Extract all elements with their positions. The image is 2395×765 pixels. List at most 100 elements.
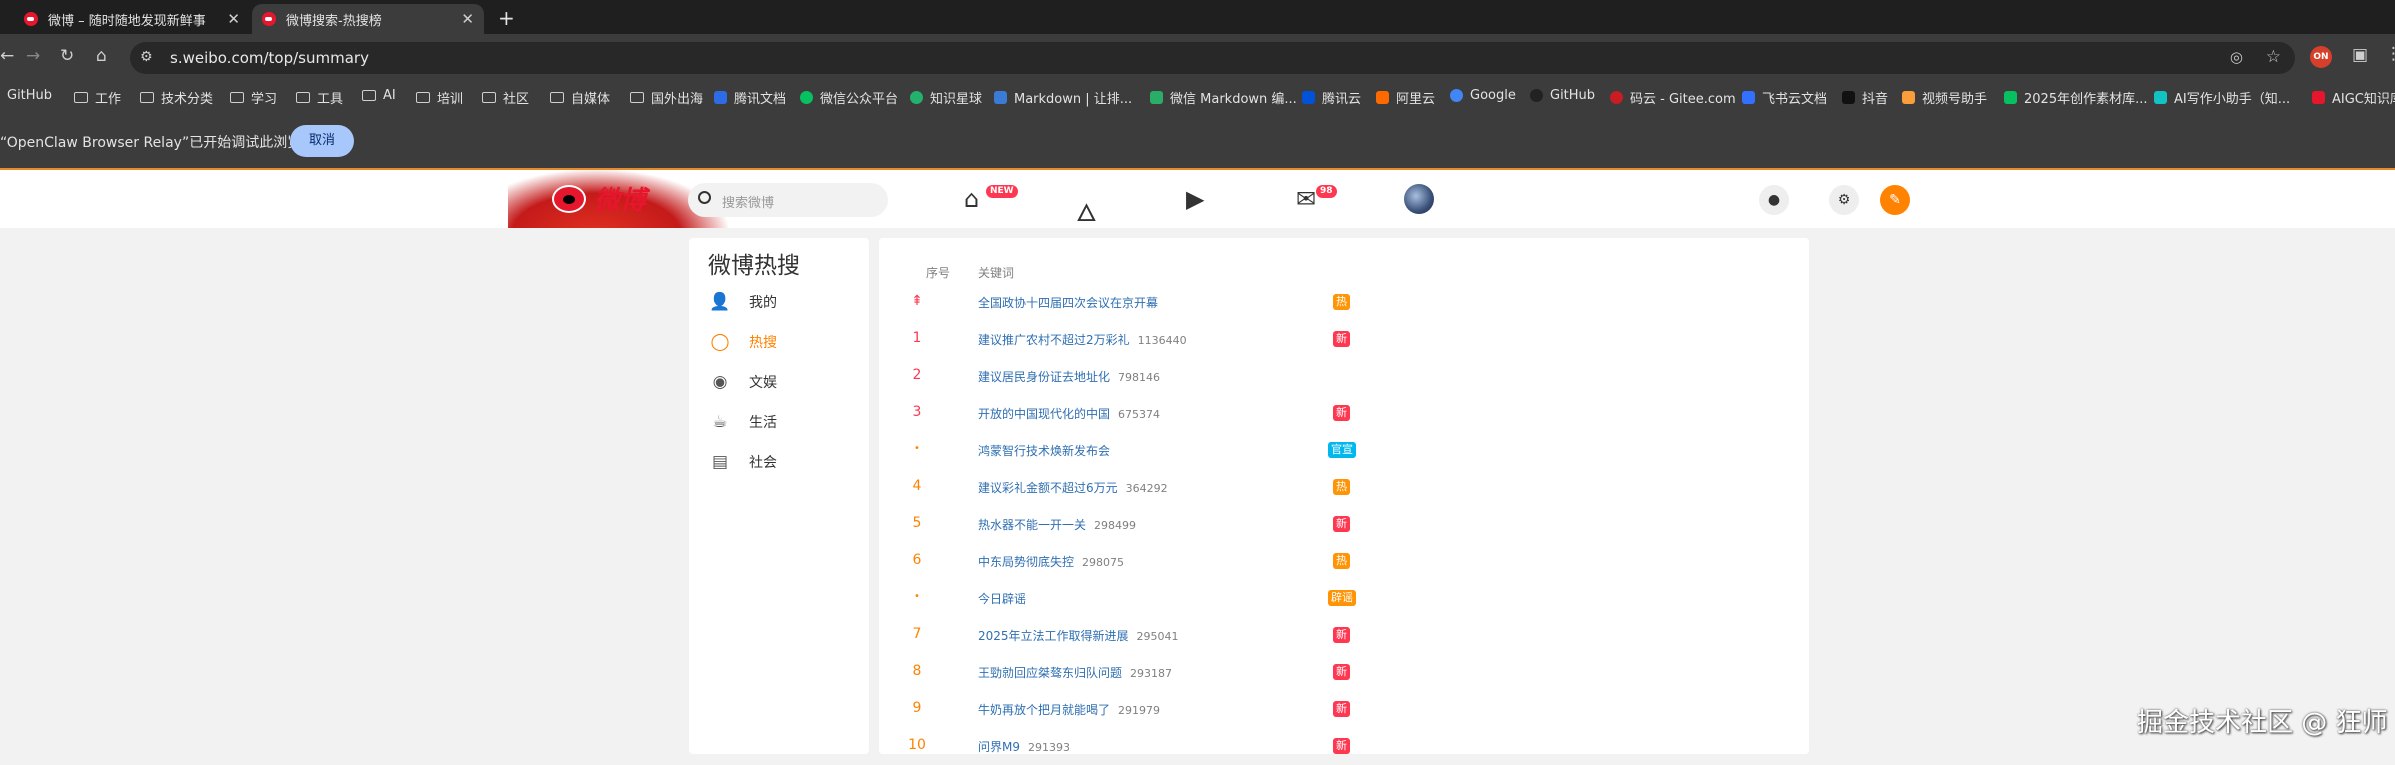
- keyword-link[interactable]: 问界M9 291393: [978, 738, 1070, 755]
- keyword-link[interactable]: 全国政协十四届四次会议在京开幕: [978, 294, 1158, 311]
- settings-gear-icon[interactable]: ⚙: [1829, 185, 1859, 215]
- bookmark-item[interactable]: GitHub: [0, 88, 52, 103]
- table-row[interactable]: • 鸿蒙智行技术焕新发布会 官宣: [879, 432, 1809, 469]
- keyword-text[interactable]: 建议居民身份证去地址化: [978, 370, 1110, 384]
- bookmark-folder[interactable]: 自媒体: [550, 88, 610, 107]
- keyword-link[interactable]: 2025年立法工作取得新进展 295041: [978, 627, 1179, 644]
- table-row[interactable]: 7 2025年立法工作取得新进展 295041 新: [879, 617, 1809, 654]
- video-play-icon[interactable]: ▶: [1186, 185, 1204, 213]
- bookmark-item[interactable]: 腾讯文档: [714, 88, 786, 107]
- keyword-text[interactable]: 王勁勍回应桀骜东归队问题: [978, 666, 1122, 680]
- bookmark-folder[interactable]: 工具: [296, 88, 343, 107]
- bookmark-item[interactable]: 腾讯云: [1302, 88, 1361, 107]
- table-row[interactable]: 6 中东局势彻底失控 298075 热: [879, 543, 1809, 580]
- keyword-text[interactable]: 开放的中国现代化的中国: [978, 407, 1110, 421]
- table-row[interactable]: 1 建议推广农村不超过2万彩礼 1136440 新: [879, 321, 1809, 358]
- home-nav-icon[interactable]: ⌂: [964, 185, 979, 213]
- table-row[interactable]: 2 建议居民身份证去地址化 798146: [879, 358, 1809, 395]
- keyword-text[interactable]: 今日辟谣: [978, 592, 1026, 606]
- bookmark-item[interactable]: AIGC知识库: [2312, 88, 2395, 107]
- keyword-text[interactable]: 建议彩礼金额不超过6万元: [978, 481, 1118, 495]
- keyword-text[interactable]: 中东局势彻底失控: [978, 555, 1074, 569]
- browser-tab-hot-search[interactable]: 微博搜索-热搜榜 ✕: [252, 4, 484, 34]
- extensions-puzzle-icon[interactable]: ▣: [2352, 45, 2368, 65]
- eye-off-icon[interactable]: ◎: [2230, 48, 2243, 66]
- bookmark-folder[interactable]: 社区: [482, 88, 529, 107]
- keyword-text[interactable]: 建议推广农村不超过2万彩礼: [978, 333, 1130, 347]
- bookmark-item[interactable]: AI写作小助手（知...: [2154, 88, 2290, 107]
- keyword-text[interactable]: 问界M9: [978, 740, 1020, 754]
- sidebar-item-hot-search[interactable]: ◯ 热搜: [709, 331, 777, 353]
- bookmark-folder[interactable]: 培训: [416, 88, 463, 107]
- url-text[interactable]: s.weibo.com/top/summary: [170, 49, 369, 67]
- bookmark-folder[interactable]: AI: [362, 88, 396, 103]
- reload-icon[interactable]: ↻: [60, 46, 74, 66]
- bookmark-folder[interactable]: 技术分类: [140, 88, 213, 107]
- bookmark-folder[interactable]: 工作: [74, 88, 121, 107]
- browser-menu-icon[interactable]: ⋮: [2385, 44, 2395, 64]
- new-tab-plus-icon[interactable]: +: [498, 6, 515, 30]
- weibo-assistant-icon[interactable]: ●: [1759, 185, 1789, 215]
- extension-on-icon[interactable]: ON: [2310, 46, 2332, 68]
- bookmark-item[interactable]: 知识星球: [910, 88, 982, 107]
- user-avatar[interactable]: [1404, 184, 1434, 214]
- keyword-text[interactable]: 热水器不能一开一关: [978, 518, 1086, 532]
- table-row[interactable]: • 今日辟谣 辟谣: [879, 580, 1809, 617]
- table-row[interactable]: 5 热水器不能一开一关 298499 新: [879, 506, 1809, 543]
- bookmark-item[interactable]: 微信 Markdown 编...: [1150, 88, 1297, 107]
- bookmark-item[interactable]: 2025年创作素材库...: [2004, 88, 2147, 107]
- keyword-link[interactable]: 今日辟谣: [978, 590, 1026, 607]
- home-icon[interactable]: ⌂: [96, 46, 107, 66]
- sidebar-item-mine[interactable]: 👤 我的: [709, 291, 777, 313]
- bookmark-item[interactable]: 抖音: [1842, 88, 1888, 107]
- close-tab-icon[interactable]: ✕: [227, 10, 240, 28]
- keyword-link[interactable]: 牛奶再放个把月就能喝了 291979: [978, 701, 1160, 718]
- heat-count: 1136440: [1137, 334, 1187, 347]
- table-row[interactable]: 8 王勁勍回应桀骜东归队问题 293187 新: [879, 654, 1809, 691]
- bookmark-item[interactable]: 飞书云文档: [1742, 88, 1827, 107]
- hot-flame-icon[interactable]: 🜂: [1076, 185, 1097, 235]
- back-arrow-icon[interactable]: ←: [0, 46, 14, 66]
- bookmark-item[interactable]: 阿里云: [1376, 88, 1435, 107]
- folder-icon: [74, 92, 88, 103]
- table-row[interactable]: 3 开放的中国现代化的中国 675374 新: [879, 395, 1809, 432]
- sidebar-item-entertainment[interactable]: ◉ 文娱: [709, 371, 777, 393]
- keyword-link[interactable]: 鸿蒙智行技术焕新发布会: [978, 442, 1110, 459]
- site-info-icon[interactable]: ⚙: [140, 49, 153, 65]
- table-row[interactable]: 9 牛奶再放个把月就能喝了 291979 新: [879, 691, 1809, 728]
- table-row[interactable]: 4 建议彩礼金额不超过6万元 364292 热: [879, 469, 1809, 506]
- sidebar-item-life[interactable]: ☕ 生活: [709, 411, 777, 433]
- bookmark-item[interactable]: Markdown | 让排...: [994, 88, 1132, 107]
- address-bar[interactable]: ⚙ s.weibo.com/top/summary ◎ ☆: [130, 42, 2295, 74]
- cancel-debug-button[interactable]: 取消: [290, 125, 354, 157]
- table-row[interactable]: ⇞ 全国政协十四届四次会议在京开幕 热: [879, 284, 1809, 321]
- bookmark-item[interactable]: GitHub: [1530, 88, 1595, 103]
- sidebar-item-society[interactable]: ▤ 社会: [709, 451, 777, 473]
- keyword-link[interactable]: 王勁勍回应桀骜东归队问题 293187: [978, 664, 1172, 681]
- bookmark-item[interactable]: Google: [1450, 88, 1516, 103]
- bookmark-item[interactable]: 视频号助手: [1902, 88, 1987, 107]
- bookmark-item[interactable]: 码云 - Gitee.com: [1610, 88, 1736, 107]
- weibo-logo[interactable]: 微博: [552, 180, 646, 217]
- bookmark-item[interactable]: 微信公众平台: [800, 88, 898, 107]
- bookmark-star-icon[interactable]: ☆: [2266, 47, 2281, 67]
- close-tab-icon[interactable]: ✕: [461, 10, 474, 28]
- keyword-text[interactable]: 2025年立法工作取得新进展: [978, 629, 1129, 643]
- keyword-link[interactable]: 开放的中国现代化的中国 675374: [978, 405, 1160, 422]
- bookmark-folder[interactable]: 国外出海: [630, 88, 703, 107]
- keyword-text[interactable]: 全国政协十四届四次会议在京开幕: [978, 296, 1158, 310]
- forward-arrow-icon[interactable]: →: [26, 46, 40, 66]
- mail-icon[interactable]: ✉: [1296, 185, 1316, 213]
- keyword-link[interactable]: 建议彩礼金额不超过6万元 364292: [978, 479, 1168, 496]
- keyword-link[interactable]: 热水器不能一开一关 298499: [978, 516, 1136, 533]
- keyword-link[interactable]: 中东局势彻底失控 298075: [978, 553, 1124, 570]
- keyword-text[interactable]: 牛奶再放个把月就能喝了: [978, 703, 1110, 717]
- search-input[interactable]: 搜索微博: [688, 183, 888, 217]
- bookmark-folder[interactable]: 学习: [230, 88, 277, 107]
- keyword-link[interactable]: 建议推广农村不超过2万彩礼 1136440: [978, 331, 1187, 348]
- keyword-text[interactable]: 鸿蒙智行技术焕新发布会: [978, 444, 1110, 458]
- table-row[interactable]: 10 问界M9 291393 新: [879, 728, 1809, 765]
- compose-post-icon[interactable]: ✎: [1880, 185, 1910, 215]
- browser-tab-weibo-home[interactable]: 微博 – 随时随地发现新鲜事 ✕: [0, 4, 250, 34]
- keyword-link[interactable]: 建议居民身份证去地址化 798146: [978, 368, 1160, 385]
